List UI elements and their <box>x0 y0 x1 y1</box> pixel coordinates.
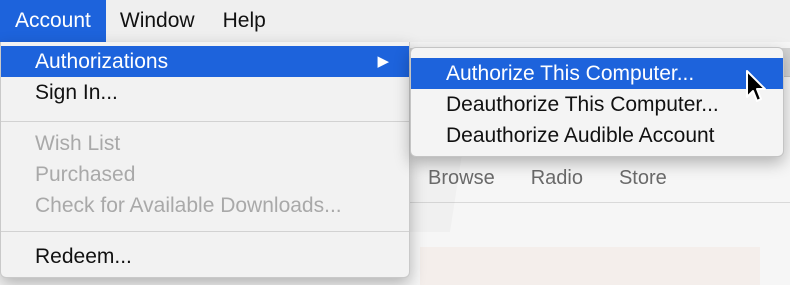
authorizations-label: Authorizations <box>35 50 169 73</box>
menu-separator <box>1 231 409 232</box>
menu-item-purchased: Purchased <box>35 163 136 186</box>
menu-account[interactable]: Account <box>0 0 106 42</box>
submenu-arrow-icon: ▶ <box>377 53 389 70</box>
menu-help[interactable]: Help <box>209 0 280 42</box>
divider <box>405 202 790 203</box>
menu-separator <box>1 121 409 122</box>
account-dropdown: Authorizations ▶ Sign In... Wish List Pu… <box>0 42 410 278</box>
submenu-item-deauthorize[interactable]: Deauthorize This Computer... <box>411 89 783 120</box>
mouse-pointer-icon <box>746 70 766 102</box>
menu-item-authorizations[interactable]: Authorizations ▶ <box>1 46 409 77</box>
menu-item-wish-list: Wish List <box>35 132 121 155</box>
menu-bar: Account Window Help <box>0 0 790 42</box>
menu-window[interactable]: Window <box>106 0 209 42</box>
tab-radio[interactable]: Radio <box>531 167 583 190</box>
menu-item-check-downloads: Check for Available Downloads... <box>35 194 342 217</box>
tab-browse[interactable]: Browse <box>428 167 495 190</box>
tab-store[interactable]: Store <box>619 167 667 190</box>
submenu-item-deauthorize-audible[interactable]: Deauthorize Audible Account <box>411 120 783 151</box>
menu-item-redeem[interactable]: Redeem... <box>1 241 409 272</box>
submenu-item-authorize[interactable]: Authorize This Computer... <box>411 58 783 89</box>
authorizations-submenu: Authorize This Computer... Deauthorize T… <box>410 47 784 157</box>
menu-item-sign-in[interactable]: Sign In... <box>1 77 409 108</box>
app-tabs: Browse Radio Store <box>428 167 703 190</box>
